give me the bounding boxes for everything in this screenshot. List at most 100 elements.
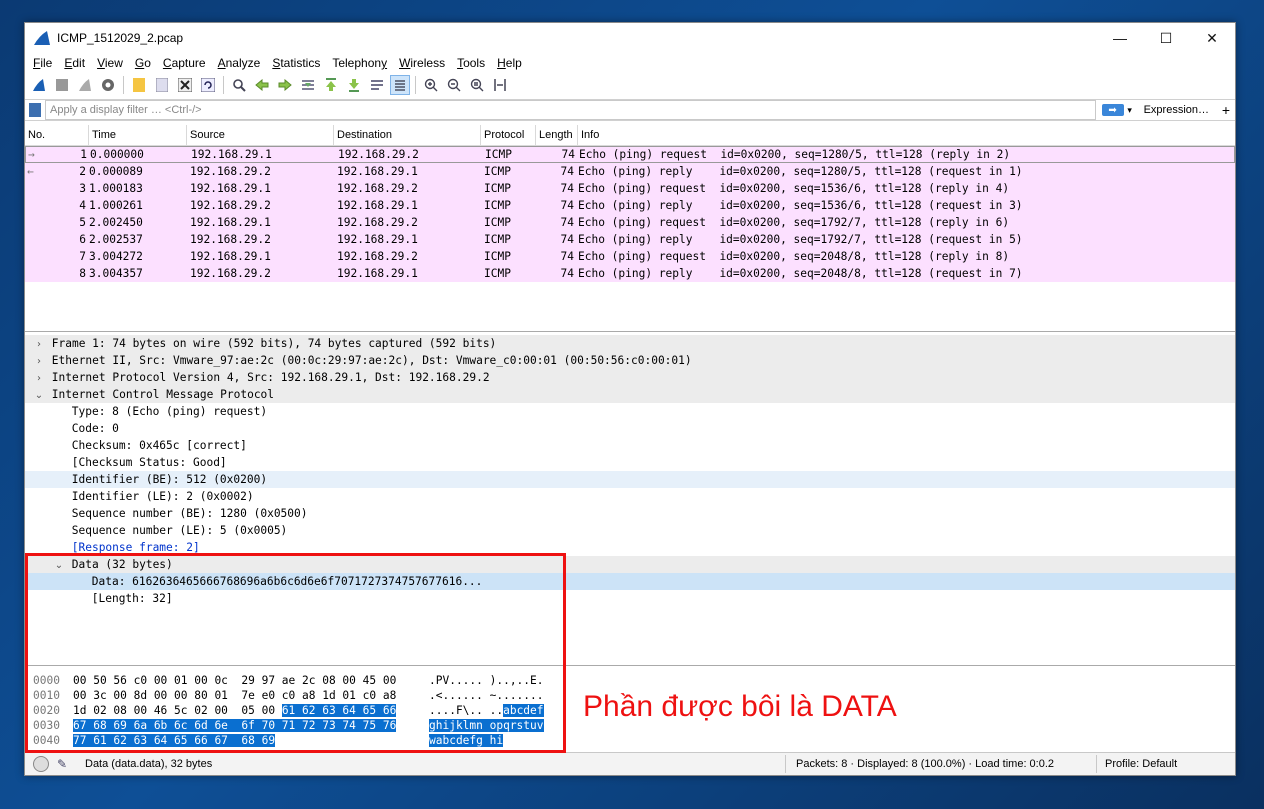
restart-capture-icon[interactable] <box>75 75 95 95</box>
zoom-in-icon[interactable] <box>421 75 441 95</box>
detail-tree-item[interactable]: [Response frame: 2] <box>25 539 1235 556</box>
detail-tree-item[interactable]: [Length: 32] <box>25 590 1235 607</box>
packet-time: 0.000089 <box>89 165 143 178</box>
detail-tree-item[interactable]: ⌄ Data (32 bytes) <box>25 556 1235 573</box>
column-header-info[interactable]: Info <box>578 125 1235 145</box>
detail-tree-item[interactable]: Sequence number (LE): 5 (0x0005) <box>25 522 1235 539</box>
hex-bytes[interactable]: 67 68 69 6a 6b 6c 6d 6e 6f 70 71 72 73 7… <box>73 718 429 733</box>
menu-item[interactable]: File <box>27 56 58 70</box>
detail-tree-item[interactable]: Data: 6162636465666768696a6b6c6d6e6f7071… <box>25 573 1235 590</box>
menu-item[interactable]: Analyze <box>212 56 267 70</box>
autoscroll-icon[interactable] <box>367 75 387 95</box>
menu-item[interactable]: Statistics <box>266 56 326 70</box>
close-button[interactable]: ✕ <box>1189 23 1235 53</box>
menu-item[interactable]: View <box>91 56 129 70</box>
column-header-no[interactable]: No. <box>25 125 89 145</box>
hex-bytes[interactable]: 00 50 56 c0 00 01 00 0c 29 97 ae 2c 08 0… <box>73 673 429 688</box>
column-header-source[interactable]: Source <box>187 125 334 145</box>
hex-ascii[interactable]: .PV..... )..,..E. <box>429 673 559 688</box>
zoom-out-icon[interactable] <box>444 75 464 95</box>
expand-toggle-icon[interactable]: › <box>33 336 45 353</box>
packet-source: 192.168.29.2 <box>190 199 271 212</box>
detail-tree-item[interactable]: ⌄ Internet Control Message Protocol <box>25 386 1235 403</box>
expand-toggle-icon[interactable]: ⌄ <box>53 557 65 574</box>
go-to-packet-icon[interactable] <box>298 75 318 95</box>
hex-ascii[interactable]: ghijklmn opqrstuv <box>429 718 559 733</box>
hex-bytes[interactable]: 00 3c 00 8d 00 00 80 01 7e e0 c0 a8 1d 0… <box>73 688 429 703</box>
stop-capture-icon[interactable] <box>52 75 72 95</box>
hex-ascii[interactable]: .<...... ~....... <box>429 688 559 703</box>
status-packet-counts: Packets: 8 · Displayed: 8 (100.0%) · Loa… <box>796 758 1055 770</box>
menu-item[interactable]: Telephony <box>326 56 393 70</box>
menu-item[interactable]: Tools <box>451 56 491 70</box>
expert-info-icon[interactable] <box>33 756 49 772</box>
zoom-normal-icon[interactable] <box>467 75 487 95</box>
detail-tree-item[interactable]: [Checksum Status: Good] <box>25 454 1235 471</box>
save-file-icon[interactable] <box>152 75 172 95</box>
column-header-time[interactable]: Time <box>89 125 187 145</box>
related-packet-icon: ← <box>27 165 34 178</box>
go-forward-icon[interactable] <box>275 75 295 95</box>
hex-ascii[interactable]: ....F\.. ..abcdef <box>429 703 559 718</box>
menu-item[interactable]: Go <box>129 56 157 70</box>
ascii-plain: .PV..... )..,..E. <box>429 674 544 687</box>
expand-toggle-icon[interactable]: › <box>33 370 45 387</box>
apply-filter-icon[interactable]: ➡ <box>1101 104 1124 116</box>
close-file-icon[interactable] <box>175 75 195 95</box>
hex-bytes[interactable]: 77 61 62 63 64 65 66 67 68 69 <box>73 733 429 748</box>
column-header-destination[interactable]: Destination <box>334 125 481 145</box>
detail-tree-item[interactable]: Code: 0 <box>25 420 1235 437</box>
filter-history-dropdown[interactable]: ▾ <box>1124 105 1136 116</box>
go-first-packet-icon[interactable] <box>321 75 341 95</box>
find-packet-icon[interactable] <box>229 75 249 95</box>
packet-info: Echo (ping) request id=0x0200, seq=2048/… <box>578 250 1010 263</box>
menu-item[interactable]: Edit <box>58 56 91 70</box>
detail-tree-item[interactable]: Identifier (BE): 512 (0x0200) <box>25 471 1235 488</box>
packet-row[interactable]: 3 1.000183 192.168.29.1 192.168.29.2 ICMP 74 E… <box>25 180 1235 197</box>
detail-text: Ethernet II, Src: Vmware_97:ae:2c (00:0c… <box>51 354 692 367</box>
add-filter-button[interactable]: + <box>1217 102 1235 118</box>
go-last-packet-icon[interactable] <box>344 75 364 95</box>
packet-no: 3 <box>25 182 89 195</box>
expression-button[interactable]: Expression… <box>1136 104 1217 116</box>
detail-tree-item[interactable]: Sequence number (BE): 1280 (0x0500) <box>25 505 1235 522</box>
packet-row[interactable]: → 1 0.000000 192.168.29.1 192.168.29.2 ICMP 74… <box>25 146 1235 163</box>
start-capture-icon[interactable] <box>29 75 49 95</box>
detail-text: Identifier (BE): 512 (0x0200) <box>71 473 268 486</box>
packet-row[interactable]: 7 3.004272 192.168.29.1 192.168.29.2 ICMP 74 E… <box>25 248 1235 265</box>
bookmark-icon[interactable] <box>29 103 41 117</box>
status-profile[interactable]: Profile: Default <box>1105 758 1177 770</box>
packet-row[interactable]: 4 1.000261 192.168.29.2 192.168.29.1 ICMP 74 E… <box>25 197 1235 214</box>
detail-tree-item[interactable]: Type: 8 (Echo (ping) request) <box>25 403 1235 420</box>
column-header-length[interactable]: Length <box>536 125 578 145</box>
detail-tree-item[interactable]: › Frame 1: 74 bytes on wire (592 bits), … <box>25 335 1235 352</box>
go-back-icon[interactable] <box>252 75 272 95</box>
reload-file-icon[interactable] <box>198 75 218 95</box>
packet-row[interactable]: ← 2 0.000089 192.168.29.2 192.168.29.1 ICMP 74… <box>25 163 1235 180</box>
hex-bytes[interactable]: 1d 02 08 00 46 5c 02 00 05 00 61 62 63 6… <box>73 703 429 718</box>
packet-number: 5 <box>79 216 86 229</box>
minimize-button[interactable]: — <box>1097 23 1143 53</box>
detail-tree-item[interactable]: Checksum: 0x465c [correct] <box>25 437 1235 454</box>
open-file-icon[interactable] <box>129 75 149 95</box>
detail-tree-item[interactable]: › Ethernet II, Src: Vmware_97:ae:2c (00:… <box>25 352 1235 369</box>
detail-tree-item[interactable]: Identifier (LE): 2 (0x0002) <box>25 488 1235 505</box>
colorize-list-icon[interactable] <box>390 75 410 95</box>
menu-item[interactable]: Help <box>491 56 528 70</box>
display-filter-input[interactable]: Apply a display filter … <Ctrl-/> <box>45 100 1096 120</box>
packet-row[interactable]: 6 2.002537 192.168.29.2 192.168.29.1 ICMP 74 E… <box>25 231 1235 248</box>
menu-item[interactable]: Capture <box>157 56 212 70</box>
hex-ascii[interactable]: wabcdefg hi <box>429 733 559 748</box>
packet-row[interactable]: 8 3.004357 192.168.29.2 192.168.29.1 ICMP 74 E… <box>25 265 1235 282</box>
maximize-button[interactable]: ☐ <box>1143 23 1189 53</box>
capture-comment-icon[interactable]: ✎ <box>57 757 71 771</box>
packet-time: 3.004272 <box>89 250 143 263</box>
packet-row[interactable]: 5 2.002450 192.168.29.1 192.168.29.2 ICMP 74 E… <box>25 214 1235 231</box>
capture-options-icon[interactable] <box>98 75 118 95</box>
expand-toggle-icon[interactable]: ⌄ <box>33 387 45 404</box>
resize-columns-icon[interactable] <box>490 75 510 95</box>
column-header-protocol[interactable]: Protocol <box>481 125 536 145</box>
expand-toggle-icon[interactable]: › <box>33 353 45 370</box>
detail-tree-item[interactable]: › Internet Protocol Version 4, Src: 192.… <box>25 369 1235 386</box>
menu-item[interactable]: Wireless <box>393 56 451 70</box>
